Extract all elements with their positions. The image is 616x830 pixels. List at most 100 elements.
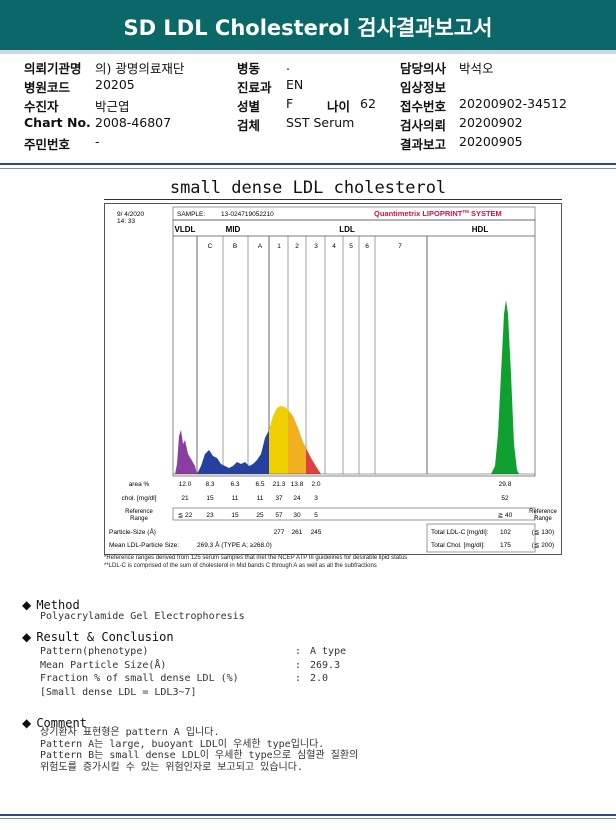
- particle-size-label: Particle-Size (Å): [109, 527, 156, 536]
- lipoprint-chart: 9/ 4/2020 14: 33 SAMPLE: 13-024719052210…: [104, 203, 562, 555]
- comment-line: Pattern B는 small dense LDL이 우세한 type으로 심…: [40, 750, 359, 761]
- section-divider-thin: [0, 168, 616, 169]
- chol-row-cell: 11: [232, 495, 239, 502]
- peak-ldl3: [306, 448, 321, 474]
- chart-time: 14: 33: [117, 218, 135, 225]
- chol-row-cell: 52: [501, 495, 509, 502]
- chol-row-cell: 24: [293, 495, 301, 502]
- institution-value: 의) 광명의료재단: [95, 61, 185, 76]
- band-label-5: 5: [349, 243, 353, 250]
- specimen-value: SST Serum: [286, 115, 355, 130]
- area-row-label: area %: [129, 481, 150, 488]
- rrn-value: -: [95, 134, 100, 149]
- result-row: Fraction % of small dense LDL (%) : 2.0: [40, 672, 540, 686]
- reference-range-header-2: Range: [534, 516, 552, 522]
- sex-label: 성별: [237, 99, 261, 114]
- name-value: 박근엽: [95, 99, 130, 114]
- result-row: Mean Particle Size(Å) : 269.3: [40, 659, 540, 673]
- institution-label: 의뢰기관명: [24, 61, 82, 76]
- method-heading: Method: [36, 598, 80, 612]
- section-divider: [0, 163, 616, 165]
- peak-ldl1: [269, 406, 288, 474]
- chol-row-cell: 21: [181, 495, 189, 502]
- band-label-3: 3: [314, 243, 318, 250]
- chart-no-value: 2008-46807: [95, 115, 172, 130]
- bullet-diamond-icon: ◆: [22, 716, 32, 730]
- result-row-label: Pattern(phenotype): [40, 646, 149, 657]
- reference-label-2: Range: [130, 516, 148, 522]
- hospital-code-label: 병원코드: [24, 80, 71, 95]
- patient-info: 의뢰기관명 의) 광명의료재단 병동 . 담당의사 박석오 병원코드 20205…: [0, 56, 616, 152]
- band-label-6: 6: [365, 243, 369, 250]
- area-row-cell: 2.0: [311, 481, 320, 488]
- particle-size-cell: 261: [292, 529, 303, 536]
- total-ldl-label: Total LDL-C [mg/dl]:: [431, 529, 489, 536]
- ward-label: 병동: [237, 61, 261, 76]
- band-label-b: B: [233, 243, 237, 250]
- sample-id: 13-024719052210: [221, 211, 274, 218]
- age-label: 나이: [327, 99, 351, 114]
- area-row-cell: 6.3: [230, 481, 239, 488]
- result-row-label: Fraction % of small dense LDL (%): [40, 673, 239, 684]
- sex-value: F: [286, 96, 294, 111]
- request-value: 20200902: [459, 115, 523, 130]
- footnote-1: *Reference ranges derived from 125 serum…: [104, 555, 408, 561]
- band-label-a: A: [258, 243, 263, 250]
- result-row-value: A type: [310, 646, 347, 657]
- section-title-rule: [104, 199, 562, 200]
- result-row: Pattern(phenotype) : A type: [40, 645, 540, 659]
- result-row-colon: :: [295, 659, 302, 671]
- result-row-value: 2.0: [310, 673, 329, 684]
- reference-cell: ≧ 40: [498, 512, 513, 519]
- peak-mid: [197, 430, 269, 474]
- reference-range-header: Reference: [529, 509, 557, 515]
- total-chol-label: Total Chol. [mg/dl]:: [431, 542, 485, 549]
- group-label-vldl: VLDL: [175, 225, 196, 234]
- group-label-ldl: LDL: [339, 225, 355, 234]
- result-row-value: 269.3: [310, 659, 341, 671]
- particle-size-cell: 245: [311, 529, 322, 536]
- dept-value: EN: [286, 77, 304, 92]
- reference-label: Reference: [125, 509, 153, 515]
- area-row-cell: 13.8: [291, 481, 304, 488]
- footer-rule-thin: [0, 818, 616, 819]
- reference-cell: 15: [231, 512, 239, 519]
- comment-line: 상기환자 표현형은 pattern A 입니다.: [40, 727, 220, 738]
- band-label-4: 4: [332, 243, 336, 250]
- peak-vldl: [175, 430, 197, 474]
- bullet-diamond-icon: ◆: [22, 598, 32, 612]
- chart-no-label: Chart No.: [24, 115, 91, 130]
- ward-value: .: [286, 58, 290, 73]
- comment-line: 위험도를 증가시킬 수 있는 위험인자로 보고되고 있습니다.: [40, 761, 303, 773]
- chart-date: 9/ 4/2020: [117, 211, 144, 218]
- band-label-7: 7: [398, 243, 402, 250]
- band-label-2: 2: [295, 243, 299, 250]
- group-label-mid: MID: [226, 225, 241, 234]
- area-row-cell: 12.0: [179, 481, 192, 488]
- area-row-cell: 29.8: [499, 481, 512, 488]
- reference-cell: 25: [256, 512, 264, 519]
- doctor-value: 박석오: [459, 61, 494, 76]
- method-text: Polyacrylamide Gel Electrophoresis: [40, 611, 245, 622]
- result-section: ◆ Result & Conclusion: [22, 626, 174, 645]
- section-title: small dense LDL cholesterol: [169, 178, 447, 198]
- chol-row-label: chol. [mg/dl]: [121, 495, 156, 502]
- report-date-value: 20200905: [459, 134, 523, 149]
- result-row-colon: :: [295, 673, 302, 684]
- peak-hdl: [491, 300, 519, 474]
- peak-ldl2: [288, 410, 306, 474]
- chol-row-cell: 11: [257, 495, 264, 502]
- reference-cell: 30: [293, 512, 301, 519]
- reference-cell: 57: [275, 512, 283, 519]
- age-value: 62: [360, 96, 376, 111]
- comment-line: Pattern A는 large, buoyant LDL이 우세한 type입…: [40, 738, 325, 750]
- rrn-label: 주민번호: [24, 137, 71, 152]
- report-title: SD LDL Cholesterol 검사결과보고서: [123, 16, 493, 40]
- band-label-1: 1: [277, 243, 281, 250]
- area-row-cell: 8.3: [205, 481, 214, 488]
- report-title-bar: SD LDL Cholesterol 검사결과보고서: [0, 0, 616, 50]
- specimen-label: 검체: [237, 118, 261, 133]
- total-chol-value: 175: [500, 542, 511, 549]
- receipt-label: 접수번호: [400, 99, 447, 114]
- mean-size-label: Mean LDL-Particle Size:: [109, 542, 179, 549]
